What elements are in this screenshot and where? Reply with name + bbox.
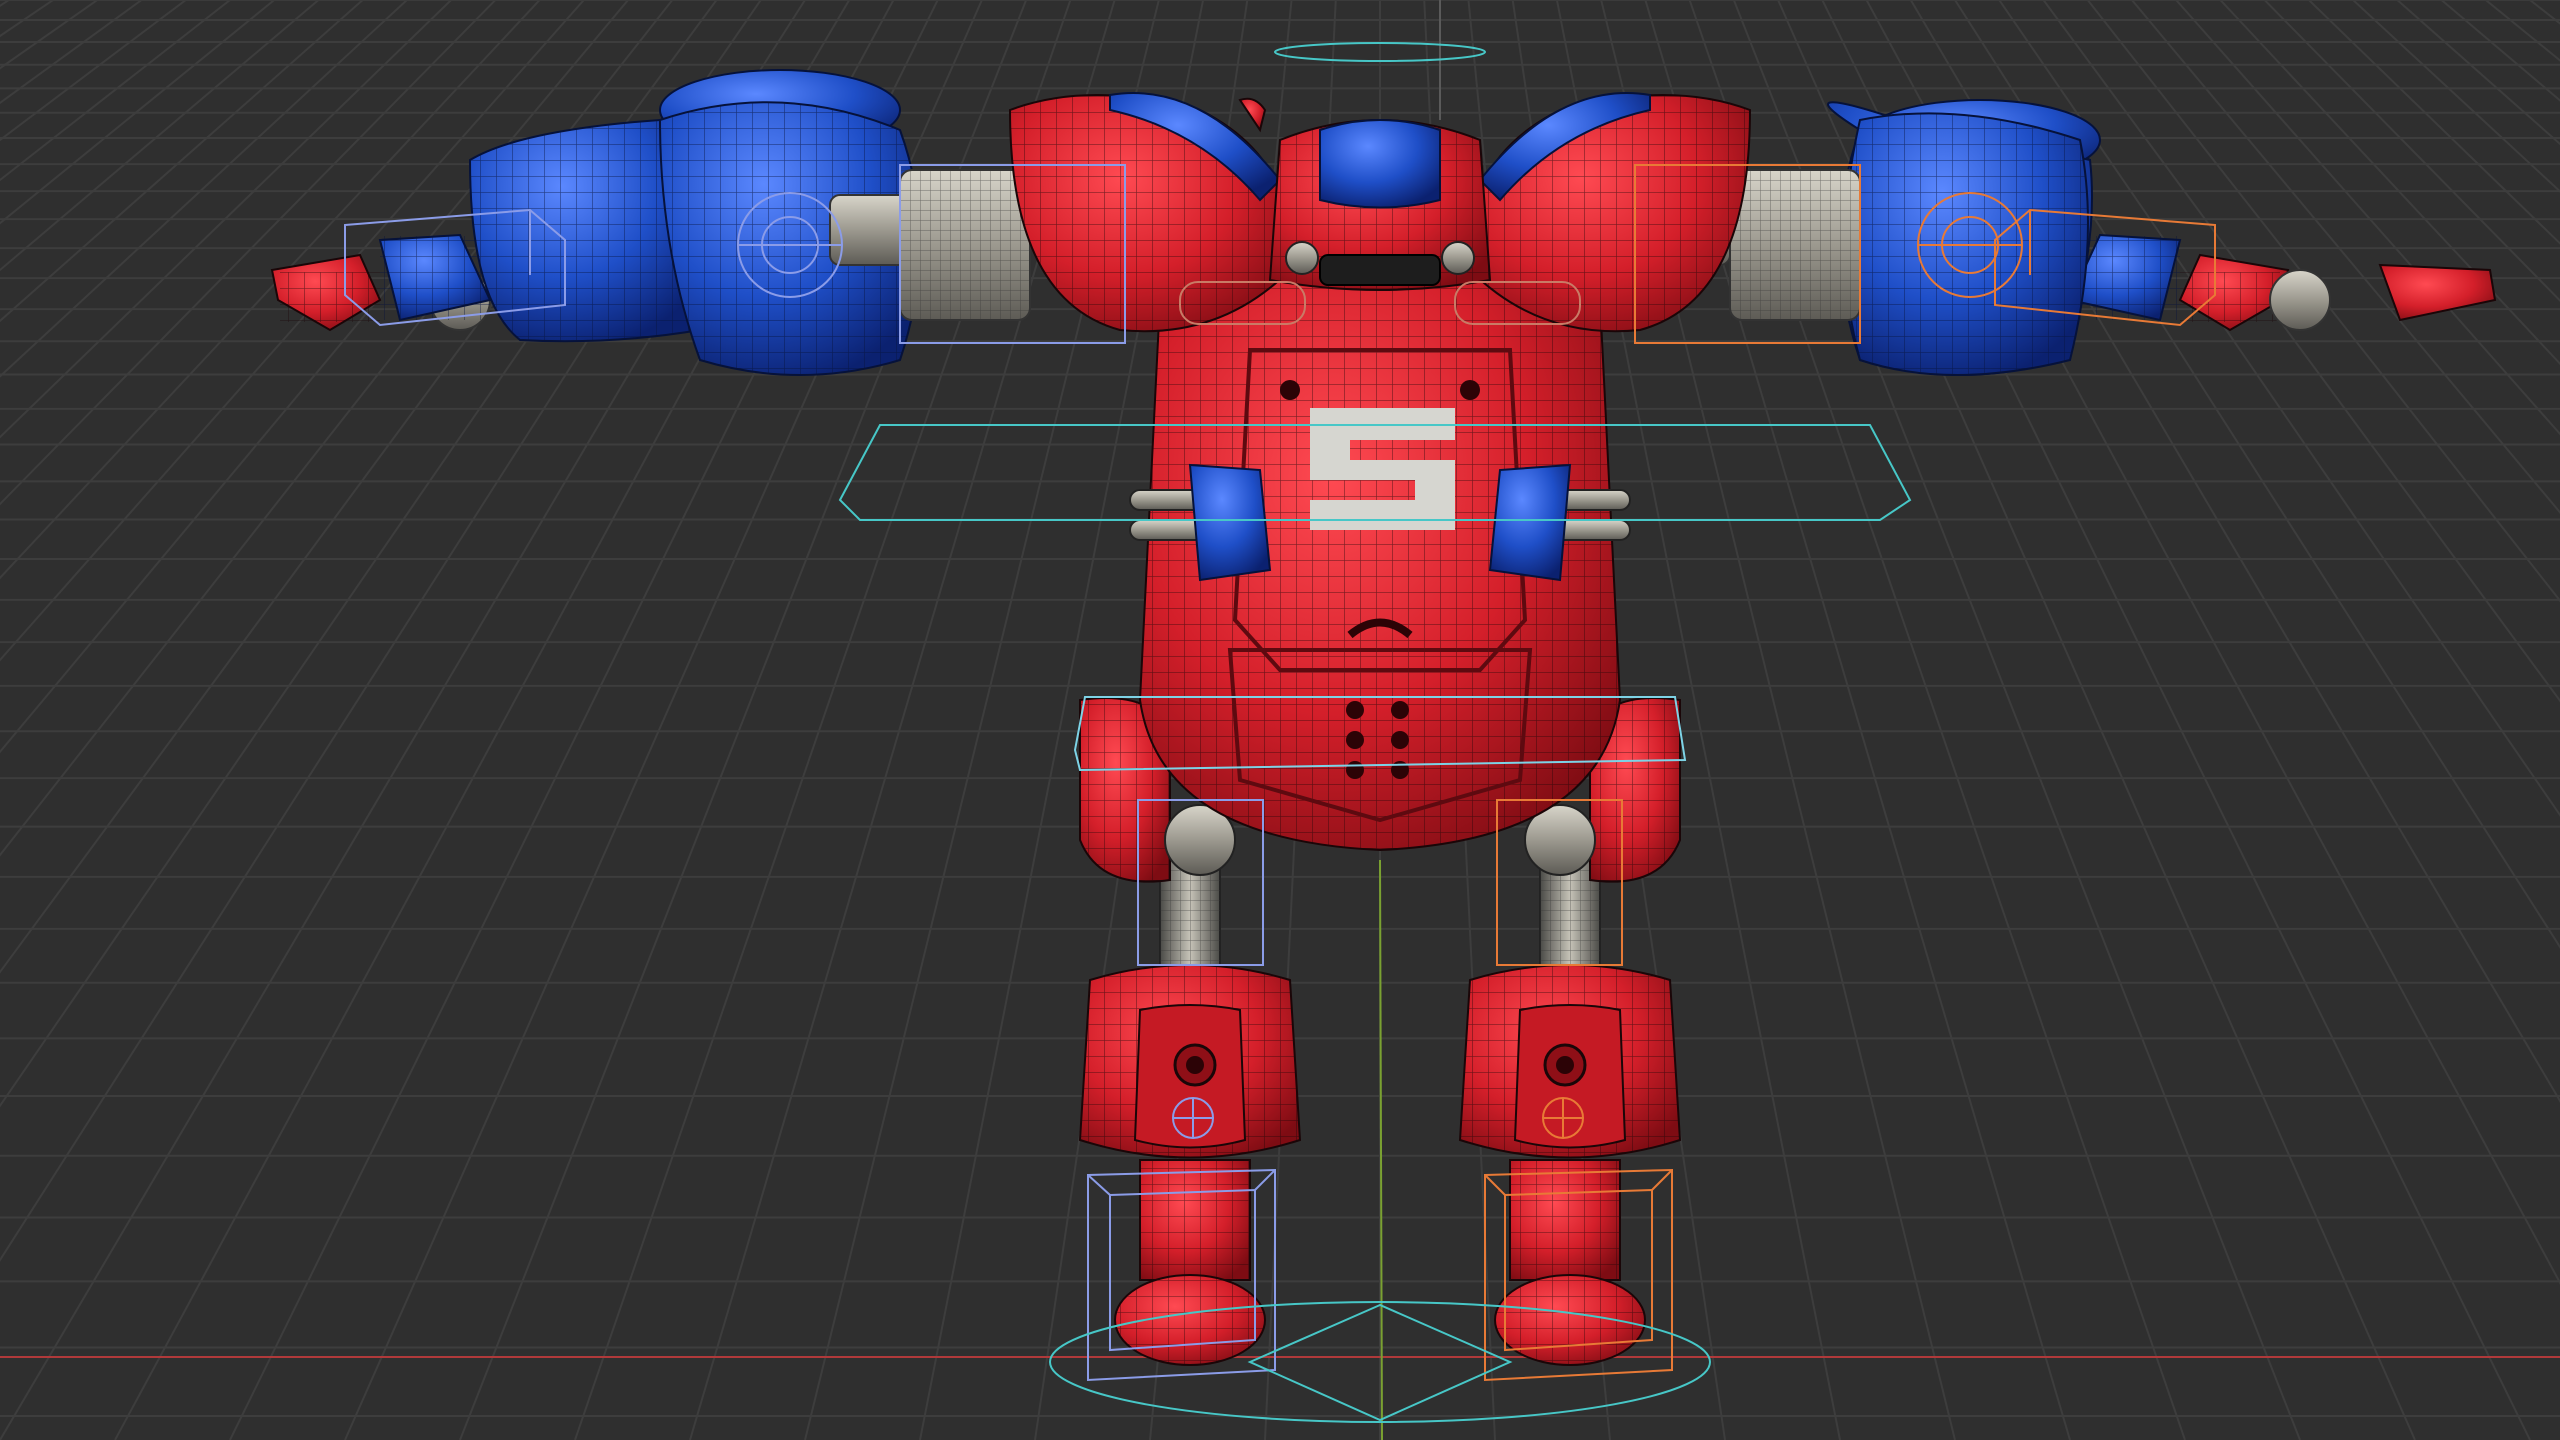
viewport-canvas[interactable]: [0, 0, 2560, 1440]
3d-viewport[interactable]: [0, 0, 2560, 1440]
knee-pole-left[interactable]: [1172, 1097, 1214, 1139]
knee-pole-right[interactable]: [1542, 1097, 1584, 1139]
chest-logo: [1310, 408, 1455, 530]
right-forearm[interactable]: [1827, 99, 2101, 376]
